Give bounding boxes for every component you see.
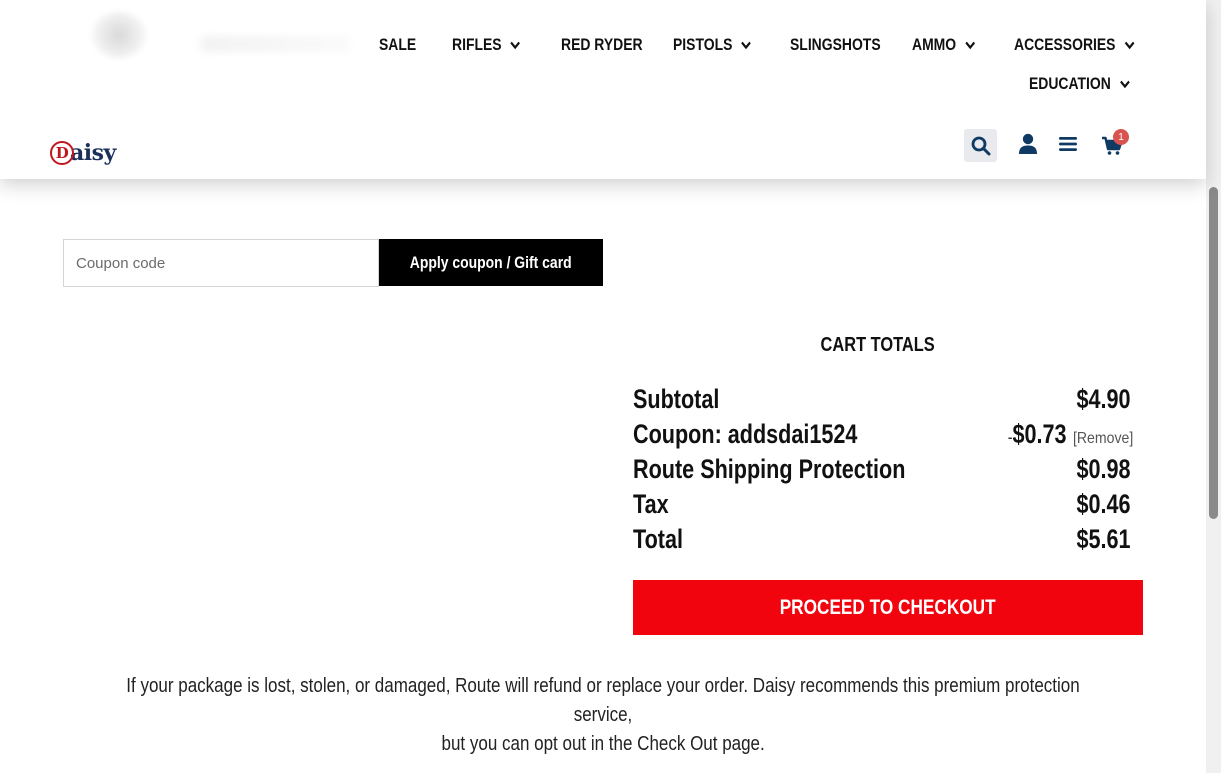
nav-item-sale[interactable]: SALE <box>379 35 416 55</box>
nav-label: RED RYDER <box>561 35 643 54</box>
nav-label: ACCESSORIES <box>1014 35 1116 54</box>
chevron-down-icon <box>510 41 521 50</box>
route-protection-label: Route Shipping Protection <box>633 454 906 484</box>
nav-label: RIFLES <box>452 35 502 54</box>
subtotal-row: Subtotal $4.90 <box>633 384 1131 419</box>
search-icon <box>971 136 990 155</box>
user-icon <box>1019 133 1037 154</box>
nav-item-red-ryder[interactable]: RED RYDER <box>561 35 643 55</box>
nav-label: PISTOLS <box>673 35 733 54</box>
tax-row: Tax $0.46 <box>633 489 1131 524</box>
blurred-header-graphic <box>92 12 146 58</box>
total-row: Total $5.61 <box>633 524 1131 559</box>
chevron-down-icon <box>741 41 752 50</box>
route-protection-value: $0.98 <box>1076 454 1131 484</box>
account-button[interactable] <box>1015 131 1041 157</box>
daisy-logo[interactable]: Daisy <box>50 140 116 166</box>
notice-line-1: If your package is lost, stolen, or dama… <box>126 675 1080 726</box>
nav-item-pistols[interactable]: PISTOLS <box>673 35 752 55</box>
hamburger-icon <box>1059 137 1077 151</box>
chevron-down-icon <box>1124 41 1135 50</box>
route-protection-notice: If your package is lost, stolen, or dama… <box>20 672 1186 759</box>
nav-item-education[interactable]: EDUCATION <box>1029 74 1131 94</box>
nav-item-ammo[interactable]: AMMO <box>912 35 976 55</box>
tax-value: $0.46 <box>1076 489 1131 519</box>
route-protection-row: Route Shipping Protection $0.98 <box>633 454 1131 489</box>
checkout-label: PROCEED TO CHECKOUT <box>780 595 996 619</box>
coupon-value: $0.73 <box>1012 419 1068 449</box>
subtotal-label: Subtotal <box>633 384 720 414</box>
nav-label: SALE <box>379 35 417 54</box>
total-value: $5.61 <box>1076 524 1131 554</box>
apply-coupon-button[interactable]: Apply coupon / Gift card <box>379 239 603 286</box>
notice-line-2: but you can opt out in the Check Out pag… <box>441 733 765 755</box>
cart-totals-title-text: CART TOTALS <box>820 334 936 356</box>
cart-count-badge: 1 <box>1113 129 1129 145</box>
site-header: SALE RIFLES RED RYDER PISTOLS SLINGSHOTS… <box>0 0 1206 179</box>
chevron-down-icon <box>1119 80 1130 89</box>
coupon-row: Coupon: addsdai1524 -$0.73 [Remove] <box>633 419 1134 454</box>
coupon-label: Coupon: addsdai1524 <box>633 419 858 449</box>
tax-label: Tax <box>633 489 669 519</box>
subtotal-value: $4.90 <box>1076 384 1131 414</box>
logo-text: aisy <box>70 140 116 166</box>
coupon-code-input[interactable] <box>63 239 379 287</box>
search-button[interactable] <box>964 129 997 162</box>
nav-label: AMMO <box>912 35 957 54</box>
nav-label: EDUCATION <box>1029 74 1111 93</box>
cart-totals-heading: CART TOTALS <box>780 334 976 357</box>
proceed-to-checkout-button[interactable]: PROCEED TO CHECKOUT <box>633 580 1143 635</box>
nav-label: SLINGSHOTS <box>790 35 881 54</box>
scrollbar-thumb[interactable] <box>1209 187 1218 519</box>
remove-coupon-link[interactable]: [Remove] <box>1073 430 1133 448</box>
menu-button[interactable] <box>1055 131 1081 157</box>
coupon-value-group: -$0.73 [Remove] <box>1008 419 1134 450</box>
nav-item-slingshots[interactable]: SLINGSHOTS <box>790 35 881 55</box>
nav-item-accessories[interactable]: ACCESSORIES <box>1014 35 1135 55</box>
blurred-header-text <box>200 36 350 52</box>
logo-mark: D <box>50 141 74 165</box>
apply-coupon-label: Apply coupon / Gift card <box>410 252 572 272</box>
total-label: Total <box>633 524 683 554</box>
nav-item-rifles[interactable]: RIFLES <box>452 35 521 55</box>
chevron-down-icon <box>965 41 975 50</box>
